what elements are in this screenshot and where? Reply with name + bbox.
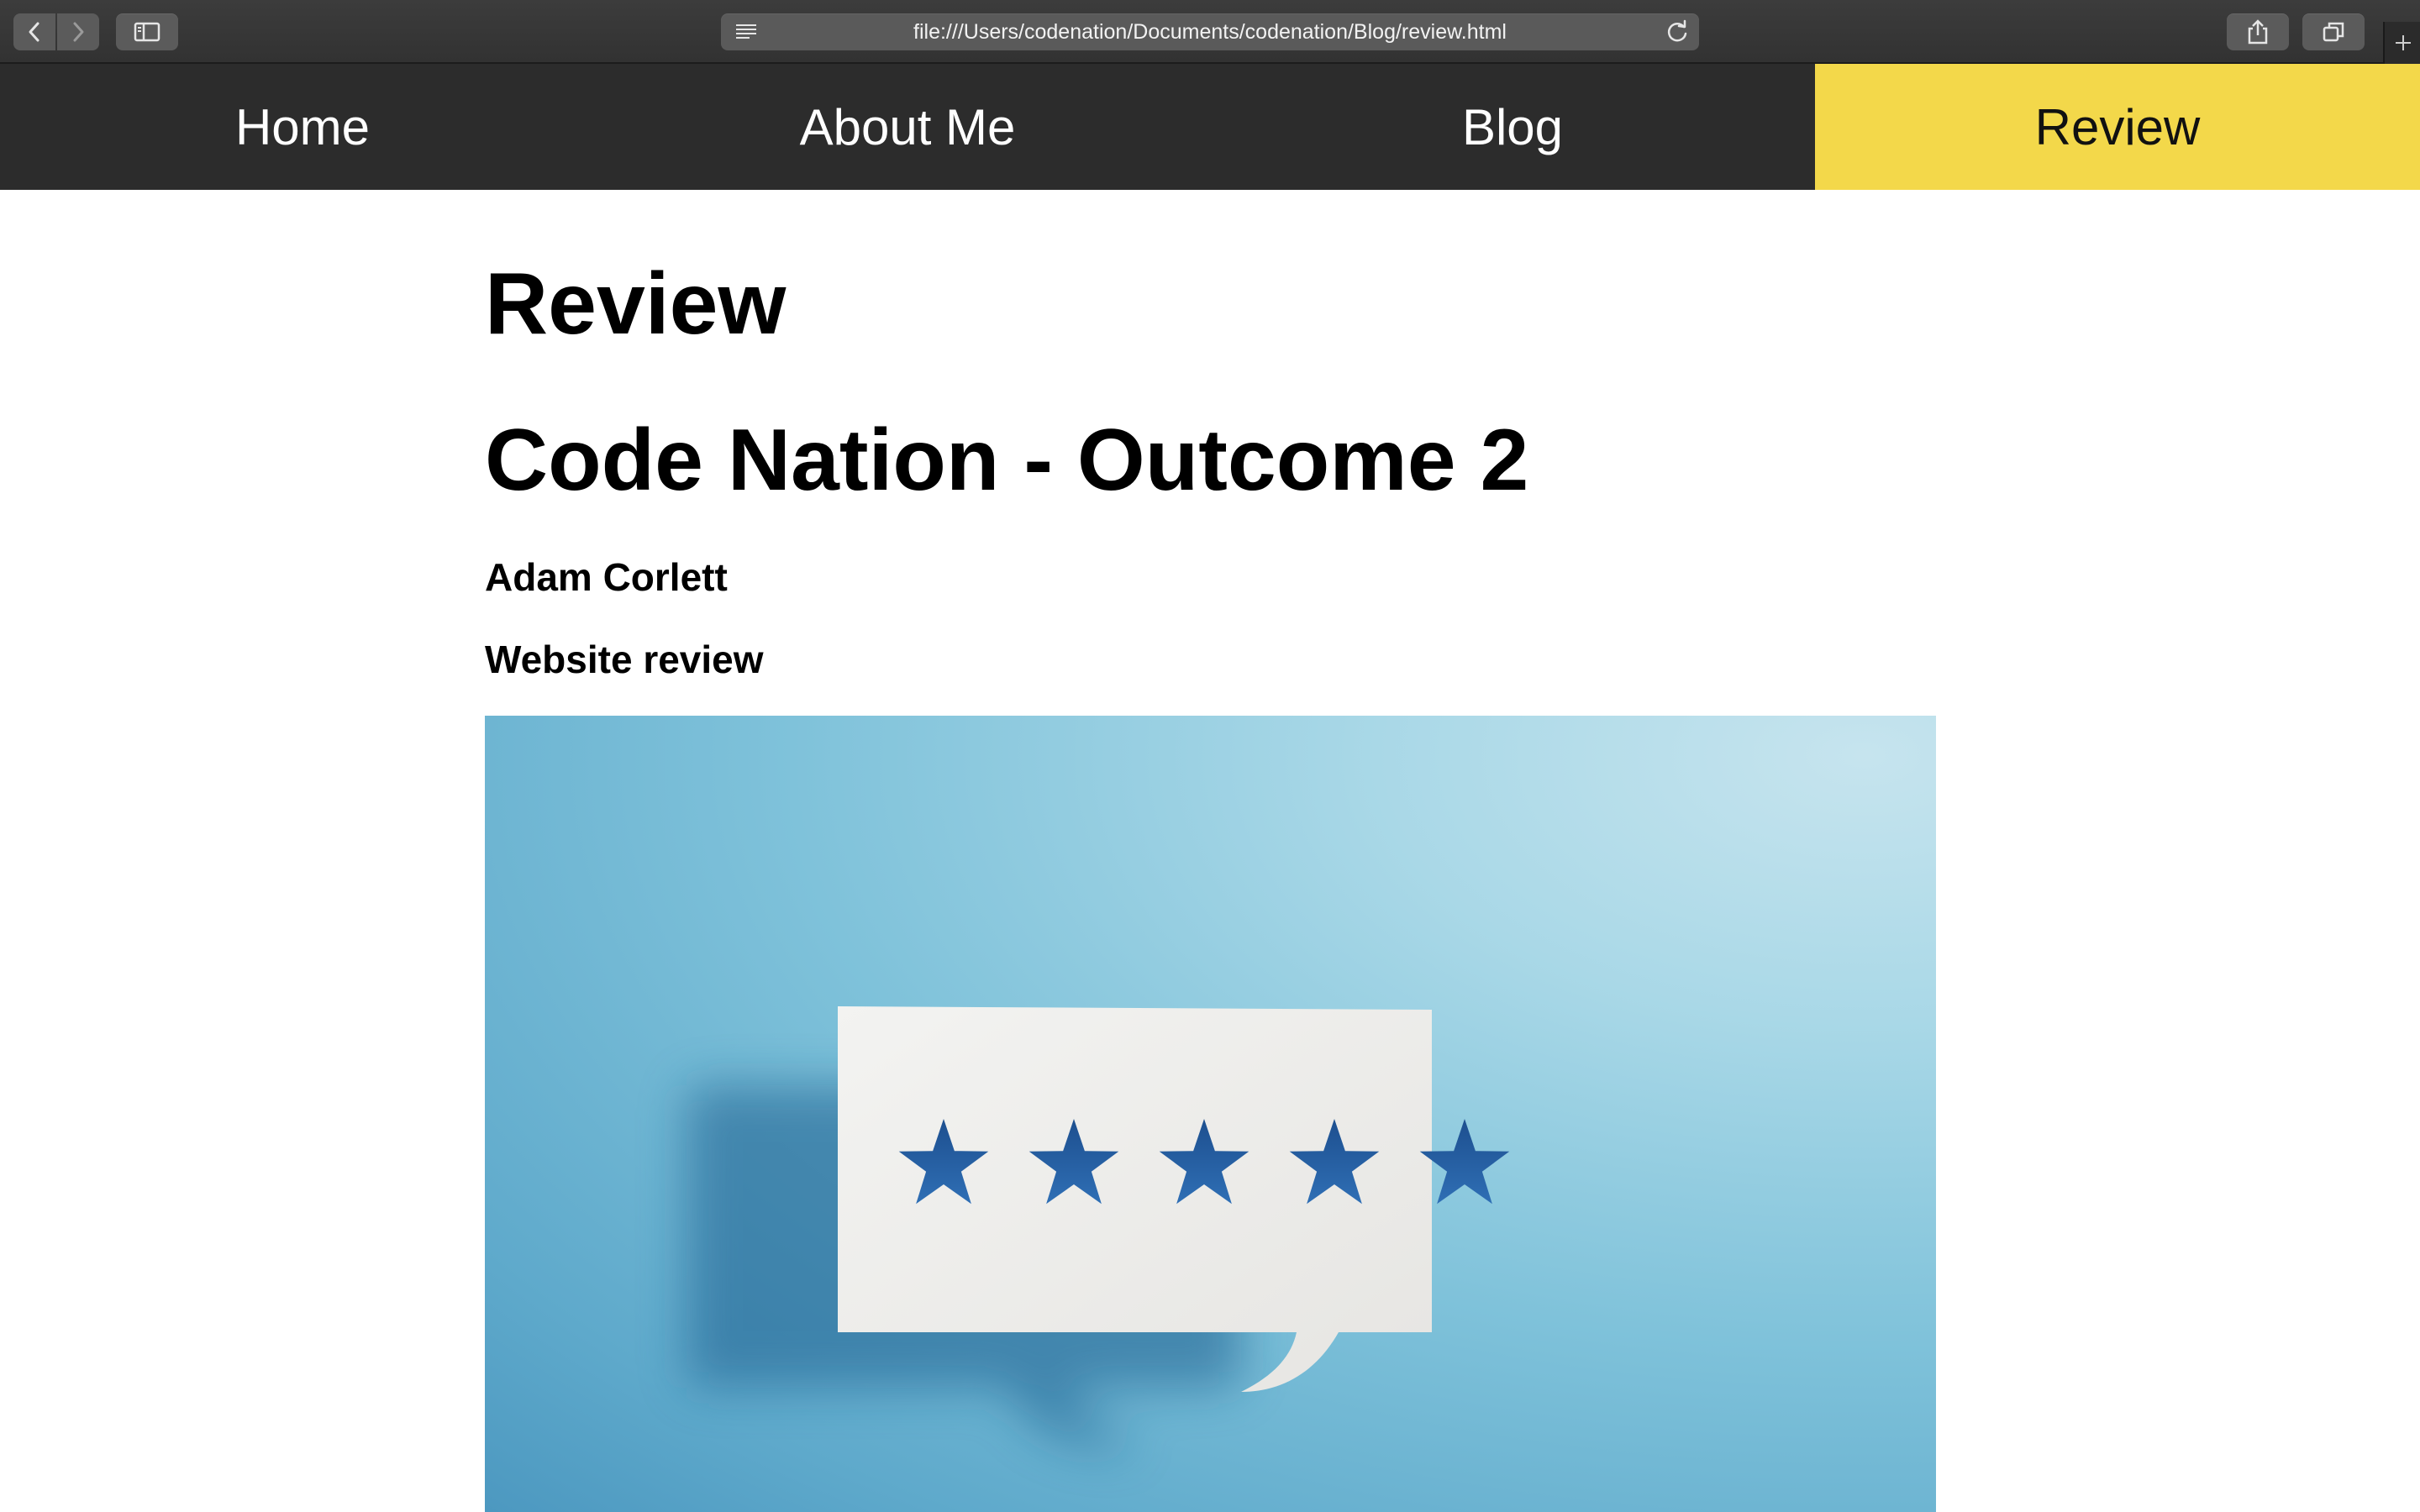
sidebar-toggle-button[interactable] xyxy=(116,13,178,50)
review-speech-bubble-illustration xyxy=(687,1006,1510,1449)
back-button[interactable] xyxy=(13,13,55,50)
site-navbar: Home About Me Blog Review xyxy=(0,64,2420,190)
plus-icon xyxy=(2396,35,2411,50)
nav-item-label: Blog xyxy=(1461,98,1564,155)
chevron-right-icon xyxy=(73,22,84,42)
reload-icon[interactable] xyxy=(1664,18,1691,45)
address-bar[interactable]: file:///Users/codenation/Documents/coden… xyxy=(721,13,1699,50)
nav-item-about-me[interactable]: About Me xyxy=(605,64,1210,190)
chevron-left-icon xyxy=(29,22,39,42)
nav-item-label: Home xyxy=(234,98,371,155)
navigation-buttons xyxy=(13,13,99,50)
share-button[interactable] xyxy=(2227,13,2289,50)
nav-item-blog[interactable]: Blog xyxy=(1210,64,1815,190)
url-text[interactable]: file:///Users/codenation/Documents/coden… xyxy=(721,13,1699,50)
share-icon xyxy=(2248,19,2268,45)
hero-image xyxy=(485,716,1936,1512)
tabs-icon xyxy=(2323,22,2344,42)
page-title: Code Nation - Outcome 2 xyxy=(485,412,1529,509)
nav-item-label: About Me xyxy=(799,98,1016,155)
page-heading: Review xyxy=(485,255,786,353)
new-tab-button[interactable] xyxy=(2383,22,2420,64)
browser-toolbar: file:///Users/codenation/Documents/coden… xyxy=(0,0,2420,64)
page-subtitle: Website review xyxy=(485,638,764,681)
sidebar-icon xyxy=(134,22,160,42)
star-icon xyxy=(1419,1119,1510,1205)
nav-item-label: Review xyxy=(2034,98,2201,155)
tab-overview-button[interactable] xyxy=(2302,13,2365,50)
author-name: Adam Corlett xyxy=(485,555,728,599)
forward-button[interactable] xyxy=(57,13,99,50)
nav-item-review[interactable]: Review xyxy=(1815,64,2420,190)
nav-item-home[interactable]: Home xyxy=(0,64,605,190)
